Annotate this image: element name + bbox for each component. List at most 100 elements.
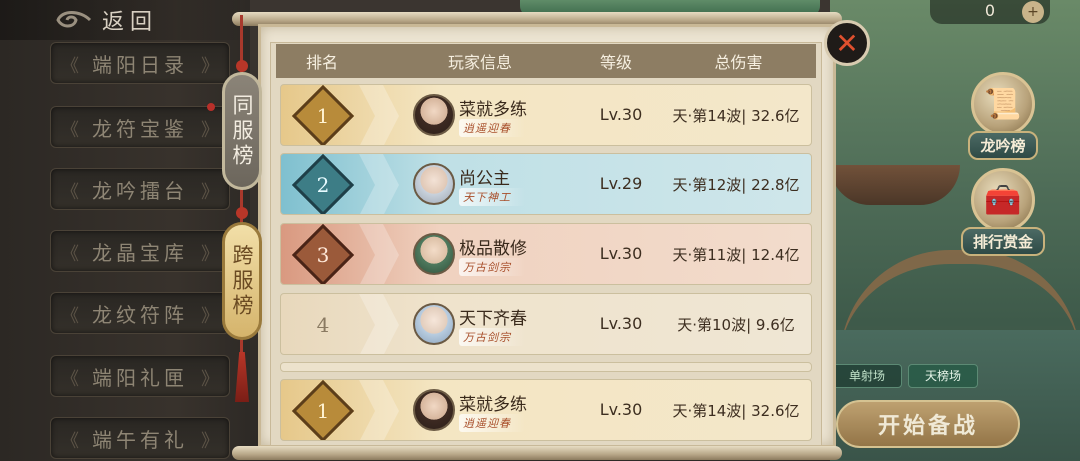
player-title-badge: 万古剑宗 xyxy=(459,328,525,346)
player-damage: 天·第12波| 22.8亿 xyxy=(672,176,800,194)
player-name: 菜就多练 xyxy=(459,100,527,120)
player-name: 尚公主 xyxy=(459,169,510,189)
chevron-right-icon: 》 xyxy=(201,431,219,452)
treasure-chest-icon: 🧰 xyxy=(971,168,1035,232)
row-arrow-decoration xyxy=(359,380,399,440)
player-damage: 天·第10波| 9.6亿 xyxy=(677,316,795,334)
player-name: 极品散修 xyxy=(459,239,527,259)
table-row[interactable]: 1 菜就多练 逍遥迎春 Lv.30 天·第14波| 32.6亿 xyxy=(280,84,812,146)
avatar[interactable] xyxy=(413,303,455,345)
table-row[interactable]: 4 天下齐春 万古剑宗 Lv.30 天·第10波| 9.6亿 xyxy=(280,293,812,355)
close-button[interactable]: ✕ xyxy=(824,20,870,66)
menu-item-label: 龙符宝鉴 xyxy=(92,116,188,141)
scroll-rod-bottom xyxy=(232,446,842,460)
menu-item-label: 端午有礼 xyxy=(92,427,188,452)
add-currency-button[interactable]: + xyxy=(1022,1,1044,23)
header-rank: 排名 xyxy=(305,53,338,72)
dragon-boat-decoration xyxy=(830,165,960,205)
dragon-rank-button[interactable]: 📜 龙吟榜 xyxy=(958,72,1048,160)
mode-tab-single[interactable]: 单射场 xyxy=(832,364,902,388)
rank-reward-button[interactable]: 🧰 排行赏金 xyxy=(958,168,1048,256)
avatar[interactable] xyxy=(413,389,455,431)
dragon-rank-label: 龙吟榜 xyxy=(968,131,1038,160)
row-arrow-decoration xyxy=(359,224,399,284)
menu-item-label: 龙吟擂台 xyxy=(92,178,188,203)
menu-item-label: 端阳礼匣 xyxy=(92,365,188,390)
menu-item-longwen-fuzhen[interactable]: 《 龙纹符阵 》 xyxy=(50,292,230,334)
notification-dot xyxy=(207,103,215,111)
chevron-left-icon: 《 xyxy=(61,120,79,141)
table-row[interactable]: 3 极品散修 万古剑宗 Lv.30 天·第11波| 12.4亿 xyxy=(280,223,812,285)
currency-value: 0 xyxy=(984,1,996,20)
row-arrow-decoration xyxy=(359,85,399,145)
chevron-left-icon: 《 xyxy=(61,306,79,327)
close-icon: ✕ xyxy=(835,26,859,60)
menu-item-label: 端阳日录 xyxy=(92,52,188,77)
tab-cross-server-label: 跨服榜 xyxy=(230,243,254,319)
back-label: 返回 xyxy=(102,10,159,35)
back-button[interactable]: 返回 xyxy=(0,0,240,40)
tab-same-server-label: 同服榜 xyxy=(230,93,254,169)
start-prepare-button[interactable]: 开始备战 xyxy=(836,400,1020,448)
player-damage: 天·第14波| 32.6亿 xyxy=(672,402,800,420)
player-level: Lv.30 xyxy=(599,314,643,333)
menu-item-longyin-leitai[interactable]: 《 龙吟擂台 》 xyxy=(50,168,230,210)
avatar[interactable] xyxy=(413,233,455,275)
menu-item-label: 龙晶宝库 xyxy=(92,240,188,265)
player-damage: 天·第14波| 32.6亿 xyxy=(672,107,800,125)
knot-decoration xyxy=(236,60,248,72)
player-name: 菜就多练 xyxy=(459,395,527,415)
rank-number: 1 xyxy=(316,399,330,423)
rank-number: 3 xyxy=(316,243,330,267)
menu-item-longfu-baojian[interactable]: 《 龙符宝鉴 》 xyxy=(50,106,230,148)
player-name: 天下齐春 xyxy=(459,309,527,329)
table-row[interactable]: 2 尚公主 天下神工 Lv.29 天·第12波| 22.8亿 xyxy=(280,153,812,215)
menu-item-duanwu-youli[interactable]: 《 端午有礼 》 xyxy=(50,417,230,459)
chevron-right-icon: 》 xyxy=(201,120,219,141)
menu-item-duanyang-rilu[interactable]: 《 端阳日录 》 xyxy=(50,42,230,84)
menu-item-duanyang-lixia[interactable]: 《 端阳礼匣 》 xyxy=(50,355,230,397)
avatar[interactable] xyxy=(413,94,455,136)
chevron-left-icon: 《 xyxy=(61,431,79,452)
tab-same-server[interactable]: 同服榜 xyxy=(222,72,262,190)
menu-item-label: 龙纹符阵 xyxy=(92,302,188,327)
player-title-badge: 逍遥迎春 xyxy=(459,119,525,137)
chevron-left-icon: 《 xyxy=(61,244,79,265)
row-arrow-decoration xyxy=(359,294,399,354)
mode-tabs: 单射场 天榜场 xyxy=(832,364,978,388)
header-total-damage: 总伤害 xyxy=(714,53,763,72)
currency-counter: 0 + xyxy=(930,0,1050,24)
mode-tab-tianbang[interactable]: 天榜场 xyxy=(908,364,978,388)
rank-number: 1 xyxy=(316,104,330,128)
left-menu: 返回 《 端阳日录 》 《 龙符宝鉴 》 《 龙吟擂台 》 《 龙晶宝库 》 《… xyxy=(0,0,250,461)
table-row-partial xyxy=(280,362,812,372)
rank-number: 4 xyxy=(316,313,330,337)
scroll-icon: 📜 xyxy=(971,72,1035,136)
chevron-left-icon: 《 xyxy=(61,182,79,203)
table-header: 排名 玩家信息 等级 总伤害 xyxy=(276,44,816,78)
rank-number: 2 xyxy=(316,173,330,197)
avatar[interactable] xyxy=(413,163,455,205)
chevron-right-icon: 》 xyxy=(201,56,219,77)
player-level: Lv.30 xyxy=(599,244,643,263)
rank-reward-label: 排行赏金 xyxy=(960,227,1045,256)
chevron-left-icon: 《 xyxy=(61,369,79,390)
menu-item-longjing-baoku[interactable]: 《 龙晶宝库 》 xyxy=(50,230,230,272)
tab-cross-server[interactable]: 跨服榜 xyxy=(222,222,262,340)
back-swirl-icon xyxy=(50,8,94,32)
player-level: Lv.29 xyxy=(599,174,643,193)
player-damage: 天·第11波| 12.4亿 xyxy=(672,246,800,264)
player-level: Lv.30 xyxy=(599,105,643,124)
chevron-right-icon: 》 xyxy=(201,244,219,265)
player-title-badge: 逍遥迎春 xyxy=(459,414,525,432)
row-arrow-decoration xyxy=(359,154,399,214)
my-rank-row[interactable]: 1 菜就多练 逍遥迎春 Lv.30 天·第14波| 32.6亿 xyxy=(280,379,812,441)
player-title-badge: 万古剑宗 xyxy=(459,258,525,276)
chevron-right-icon: 》 xyxy=(201,182,219,203)
chevron-right-icon: 》 xyxy=(201,306,219,327)
header-player-info: 玩家信息 xyxy=(447,53,512,72)
chevron-left-icon: 《 xyxy=(61,56,79,77)
player-title-badge: 天下神工 xyxy=(459,188,525,206)
player-level: Lv.30 xyxy=(599,400,643,419)
header-level: 等级 xyxy=(599,53,632,72)
